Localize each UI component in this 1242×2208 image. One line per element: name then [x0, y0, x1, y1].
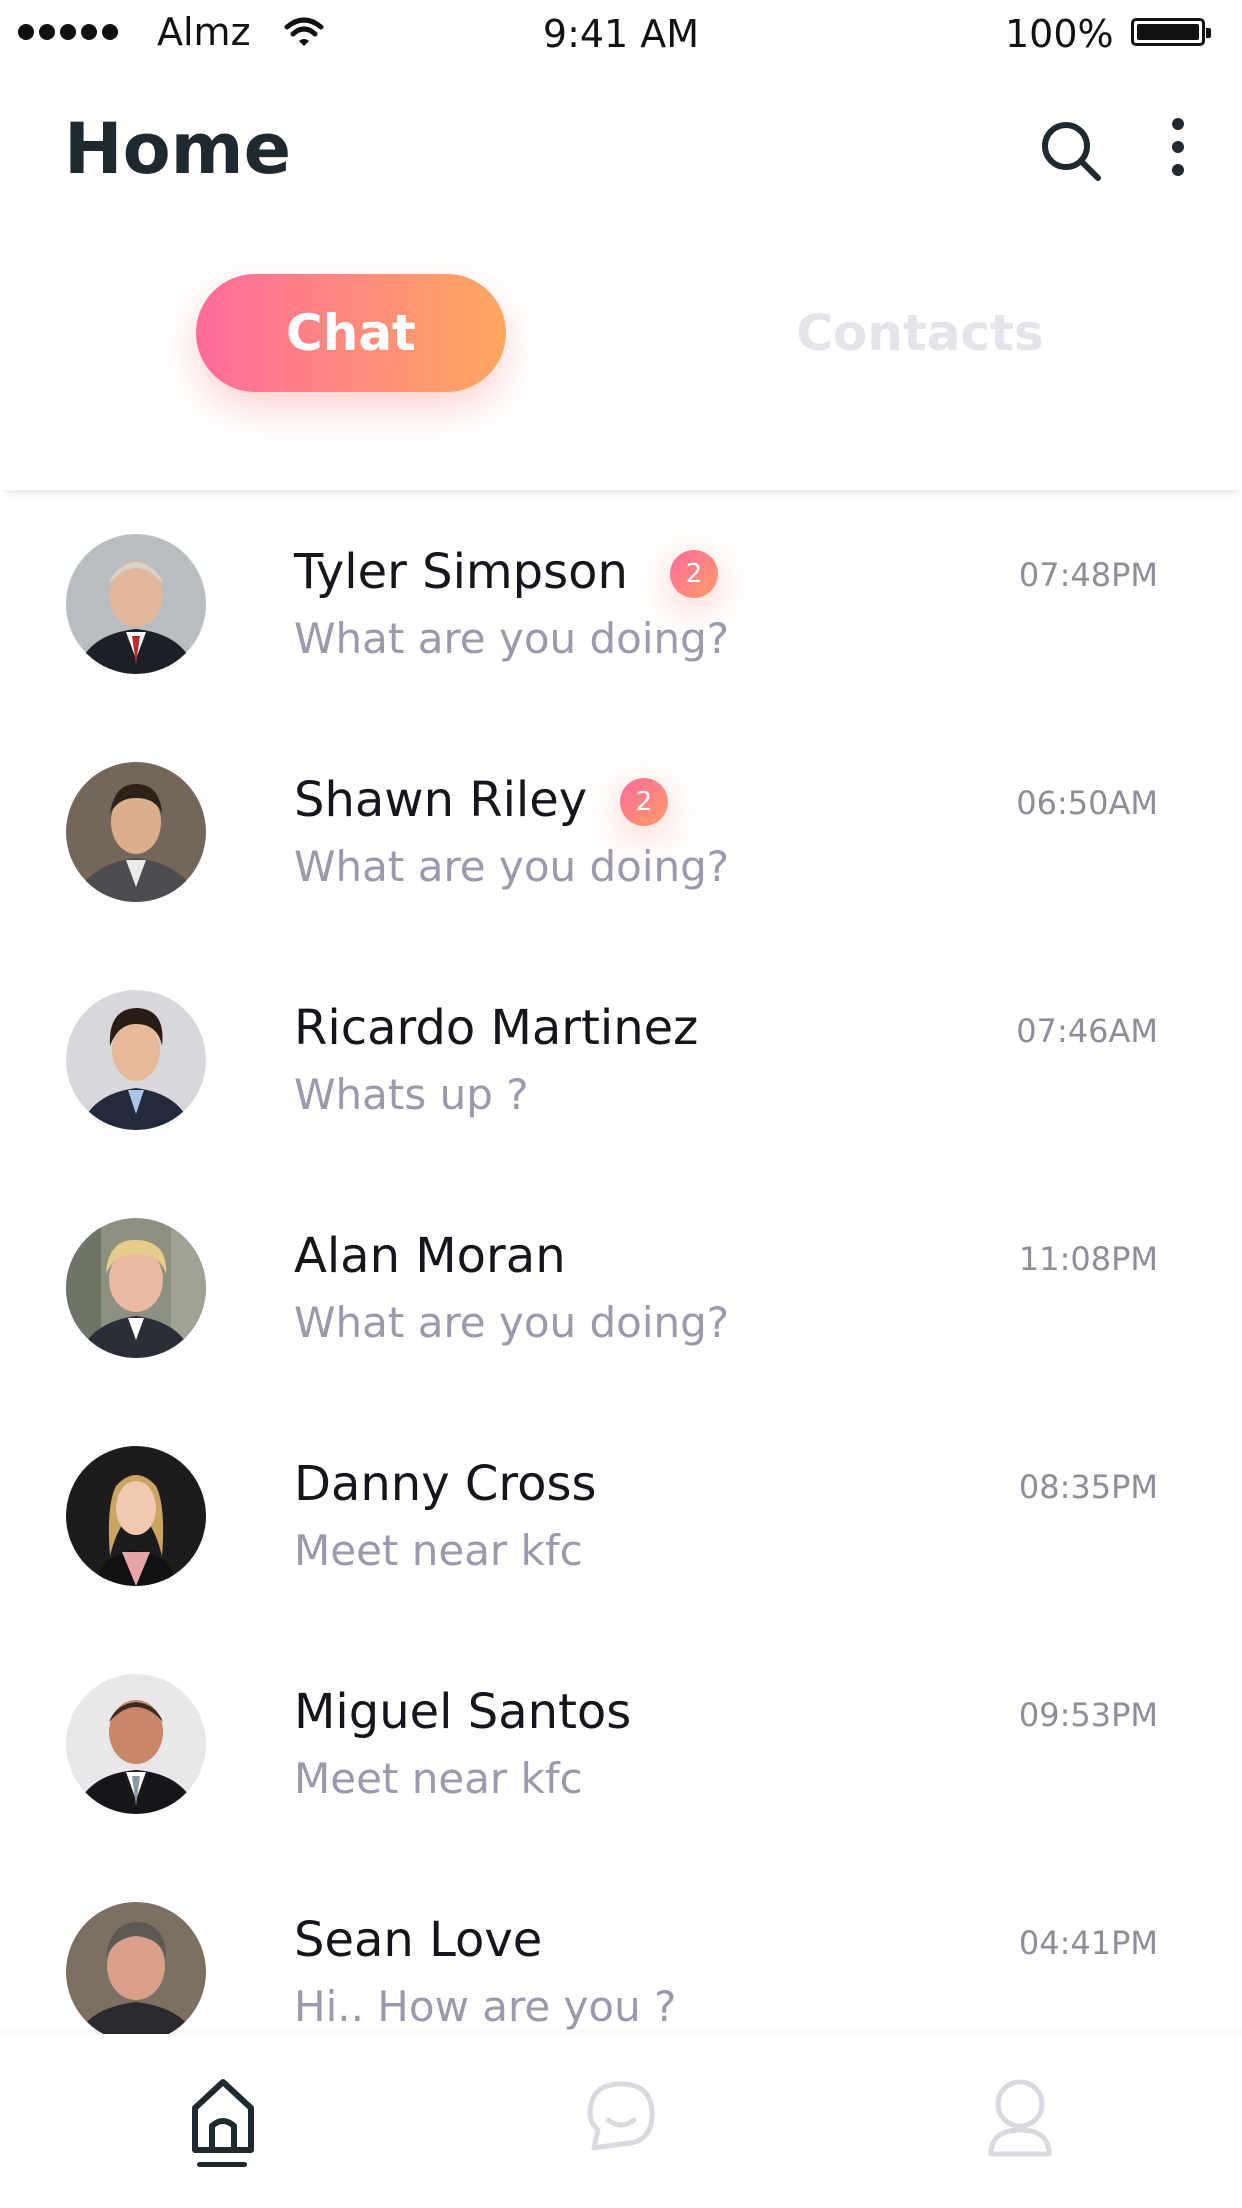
- more-vertical-icon[interactable]: [1160, 116, 1196, 186]
- unread-badge: 2: [670, 550, 718, 598]
- chat-list-item[interactable]: Sean Love Hi.. How are you ? 04:41PM: [0, 1862, 1242, 2034]
- avatar: [66, 762, 206, 902]
- chat-bubble-icon[interactable]: [576, 2064, 666, 2164]
- message-preview: What are you doing?: [294, 1298, 730, 1347]
- message-time: 11:08PM: [1018, 1240, 1158, 1278]
- tab-chat[interactable]: Chat: [196, 274, 506, 392]
- search-icon[interactable]: [1036, 116, 1106, 186]
- avatar: [66, 990, 206, 1130]
- message-preview: What are you doing?: [294, 614, 730, 663]
- message-time: 08:35PM: [1018, 1468, 1158, 1506]
- status-bar: Almz 9:41 AM 100%: [0, 0, 1242, 70]
- contact-name: Danny Cross: [294, 1456, 597, 1512]
- chat-list-item[interactable]: Ricardo Martinez Whats up ? 07:46AM: [0, 950, 1242, 1178]
- tab-bar: Chat Contacts: [0, 240, 1242, 490]
- chat-list-item[interactable]: Danny Cross Meet near kfc 08:35PM: [0, 1406, 1242, 1634]
- chat-list: Tyler Simpson 2 What are you doing? 07:4…: [0, 494, 1242, 2034]
- contact-name: Sean Love: [294, 1912, 543, 1968]
- home-icon[interactable]: [178, 2064, 268, 2164]
- chat-list-item[interactable]: Tyler Simpson 2 What are you doing? 07:4…: [0, 494, 1242, 722]
- avatar: [66, 1446, 206, 1586]
- chat-list-item[interactable]: Miguel Santos Meet near kfc 09:53PM: [0, 1634, 1242, 1862]
- contact-name: Shawn Riley: [294, 772, 588, 828]
- message-time: 07:46AM: [1016, 1012, 1158, 1050]
- avatar: [66, 534, 206, 674]
- profile-icon[interactable]: [975, 2064, 1065, 2164]
- battery-percentage: 100%: [1005, 12, 1114, 56]
- message-preview: Meet near kfc: [294, 1754, 583, 1803]
- message-time: 07:48PM: [1018, 556, 1158, 594]
- message-preview: Meet near kfc: [294, 1526, 583, 1575]
- contact-name: Tyler Simpson: [294, 544, 628, 600]
- bottom-nav: [0, 2034, 1242, 2208]
- page-title: Home: [64, 108, 292, 190]
- chat-list-item[interactable]: Alan Moran What are you doing? 11:08PM: [0, 1178, 1242, 1406]
- avatar: [66, 1674, 206, 1814]
- avatar: [66, 1218, 206, 1358]
- message-time: 09:53PM: [1018, 1696, 1158, 1734]
- avatar: [66, 1902, 206, 2034]
- contact-name: Ricardo Martinez: [294, 1000, 699, 1056]
- chat-list-item[interactable]: Shawn Riley 2 What are you doing? 06:50A…: [0, 722, 1242, 950]
- contact-name: Miguel Santos: [294, 1684, 632, 1740]
- unread-badge: 2: [620, 778, 668, 826]
- message-time: 06:50AM: [1016, 784, 1158, 822]
- tab-contacts[interactable]: Contacts: [770, 274, 1070, 392]
- active-indicator: [197, 2162, 247, 2167]
- contact-name: Alan Moran: [294, 1228, 566, 1284]
- battery-icon: [1131, 18, 1211, 46]
- message-preview: Whats up ?: [294, 1070, 529, 1119]
- message-preview: What are you doing?: [294, 842, 730, 891]
- message-time: 04:41PM: [1018, 1924, 1158, 1962]
- message-preview: Hi.. How are you ?: [294, 1982, 677, 2031]
